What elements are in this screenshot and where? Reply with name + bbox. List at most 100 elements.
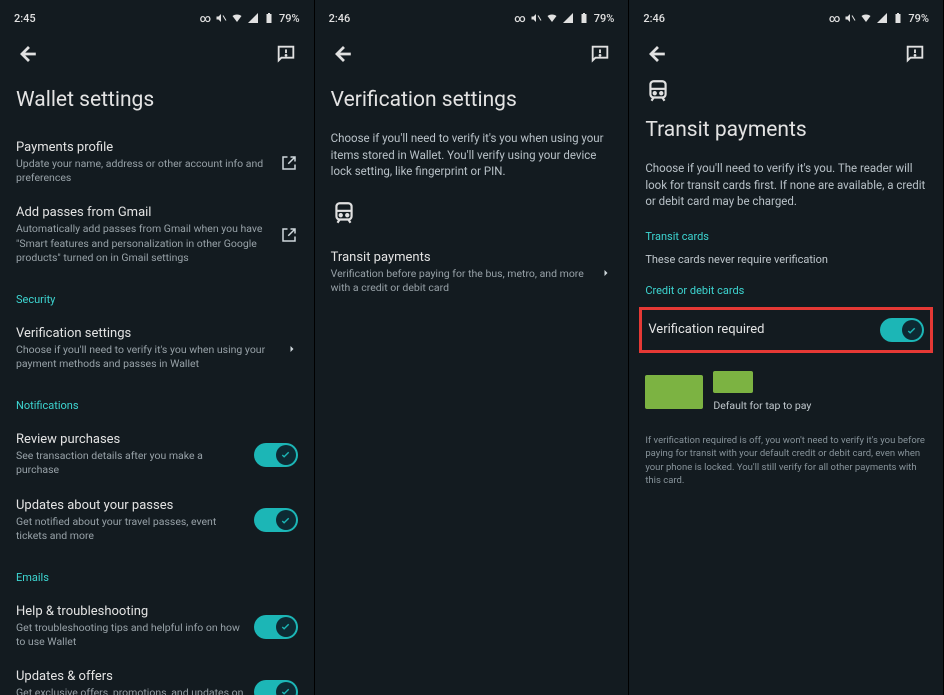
- row-sub: Get notified about your travel passes, e…: [16, 515, 246, 543]
- check-icon: [906, 325, 917, 336]
- feedback-button[interactable]: [588, 42, 612, 66]
- row-verification-settings[interactable]: Verification settings Choose if you'll n…: [16, 316, 298, 381]
- transit-icon: [645, 78, 927, 108]
- feedback-button[interactable]: [903, 42, 927, 66]
- chevron-right-icon: [286, 343, 298, 355]
- chevron-right-icon: [600, 267, 612, 279]
- status-icons: ∞ 79%: [514, 12, 614, 25]
- row-sub: Get exclusive offers, promotions, and up…: [16, 686, 246, 695]
- wifi-icon: [546, 12, 558, 24]
- open-external-icon: [280, 154, 298, 172]
- toggle-help[interactable]: [254, 615, 298, 639]
- row-title: Verification required: [648, 322, 764, 337]
- row-transit-payments[interactable]: Transit payments Verification before pay…: [331, 240, 613, 305]
- section-credit-cards: Credit or debit cards: [645, 284, 927, 297]
- status-bar: 2:45 ∞ 79%: [0, 6, 314, 30]
- row-title: Payments profile: [16, 140, 272, 155]
- arrow-left-icon: [17, 43, 39, 65]
- page-title: Verification settings: [331, 88, 613, 112]
- check-icon: [280, 621, 291, 632]
- wifi-icon: [231, 12, 243, 24]
- pane-wallet-settings: 2:45 ∞ 79% Wallet settings Payments prof…: [0, 0, 315, 695]
- status-icons: ∞ 79%: [200, 12, 300, 25]
- battery-icon: [578, 12, 590, 24]
- mute-icon: [215, 12, 227, 24]
- page-description: Choose if you'll need to verify it's you…: [331, 130, 613, 180]
- section-transit-cards: Transit cards: [645, 230, 927, 243]
- row-title: Transit payments: [331, 250, 593, 265]
- check-icon: [280, 449, 291, 460]
- page-description: Choose if you'll need to verify it's you…: [645, 160, 927, 210]
- row-updates-offers[interactable]: Updates & offers Get exclusive offers, p…: [16, 659, 298, 695]
- arrow-left-icon: [332, 43, 354, 65]
- section-notifications: Notifications: [16, 399, 298, 412]
- back-button[interactable]: [16, 42, 40, 66]
- card-thumbnail-small[interactable]: [713, 371, 753, 393]
- check-icon: [280, 515, 291, 526]
- card-thumbnail-large[interactable]: [645, 375, 703, 409]
- check-icon: [280, 686, 291, 695]
- row-sub: Automatically add passes from Gmail when…: [16, 222, 272, 265]
- status-icons: ∞ 79%: [829, 12, 929, 25]
- section-security: Security: [16, 293, 298, 306]
- status-time: 2:45: [14, 12, 36, 25]
- status-time: 2:46: [329, 12, 351, 25]
- row-sub: Update your name, address or other accou…: [16, 157, 272, 185]
- signal-icon: [876, 12, 888, 24]
- row-sub: Verification before paying for the bus, …: [331, 267, 593, 295]
- arrow-left-icon: [646, 43, 668, 65]
- feedback-icon: [589, 43, 611, 65]
- row-help-troubleshooting[interactable]: Help & troubleshooting Get troubleshooti…: [16, 594, 298, 659]
- status-bar: 2:46 ∞ 79%: [315, 6, 629, 30]
- battery-pct: 79%: [594, 12, 615, 25]
- feedback-icon: [904, 43, 926, 65]
- feedback-icon: [275, 43, 297, 65]
- row-title: Verification settings: [16, 326, 278, 341]
- battery-pct: 79%: [279, 12, 300, 25]
- row-title: Updates about your passes: [16, 498, 246, 513]
- mute-icon: [530, 12, 542, 24]
- status-time: 2:46: [643, 12, 665, 25]
- battery-icon: [892, 12, 904, 24]
- row-title: Add passes from Gmail: [16, 205, 272, 220]
- highlighted-verification-required: Verification required: [639, 307, 933, 353]
- status-bar: 2:46 ∞ 79%: [629, 6, 943, 30]
- row-review-purchases[interactable]: Review purchases See transaction details…: [16, 422, 298, 487]
- toggle-verification-required[interactable]: [880, 318, 924, 342]
- default-card-row: Default for tap to pay: [645, 371, 927, 412]
- footnote: If verification required is off, you won…: [645, 434, 927, 487]
- section-emails: Emails: [16, 571, 298, 584]
- open-external-icon: [280, 226, 298, 244]
- row-sub: Choose if you'll need to verify it's you…: [16, 343, 278, 371]
- toggle-offers[interactable]: [254, 680, 298, 695]
- mute-icon: [844, 12, 856, 24]
- row-title: Updates & offers: [16, 669, 246, 684]
- row-payments-profile[interactable]: Payments profile Update your name, addre…: [16, 130, 298, 195]
- toggle-updates-passes[interactable]: [254, 508, 298, 532]
- wifi-icon: [860, 12, 872, 24]
- signal-icon: [562, 12, 574, 24]
- row-sub: See transaction details after you make a…: [16, 449, 246, 477]
- pane-verification-settings: 2:46 ∞ 79% Verification settings Choose …: [315, 0, 630, 695]
- pane-transit-payments: 2:46 ∞ 79% Transit payments Choose if yo…: [629, 0, 944, 695]
- row-sub: Get troubleshooting tips and helpful inf…: [16, 621, 246, 649]
- default-card-label: Default for tap to pay: [713, 399, 811, 412]
- transit-cards-note: These cards never require verification: [645, 253, 927, 266]
- topbar: [315, 30, 629, 78]
- page-title: Wallet settings: [16, 88, 298, 112]
- page-title: Transit payments: [645, 118, 927, 142]
- back-button[interactable]: [645, 42, 669, 66]
- topbar: [0, 30, 314, 78]
- row-add-passes-gmail[interactable]: Add passes from Gmail Automatically add …: [16, 195, 298, 275]
- toggle-review-purchases[interactable]: [254, 443, 298, 467]
- transit-icon: [331, 200, 613, 230]
- row-title: Review purchases: [16, 432, 246, 447]
- signal-icon: [247, 12, 259, 24]
- battery-icon: [263, 12, 275, 24]
- row-title: Help & troubleshooting: [16, 604, 246, 619]
- row-updates-passes[interactable]: Updates about your passes Get notified a…: [16, 488, 298, 553]
- back-button[interactable]: [331, 42, 355, 66]
- feedback-button[interactable]: [274, 42, 298, 66]
- battery-pct: 79%: [908, 12, 929, 25]
- topbar: [629, 30, 943, 78]
